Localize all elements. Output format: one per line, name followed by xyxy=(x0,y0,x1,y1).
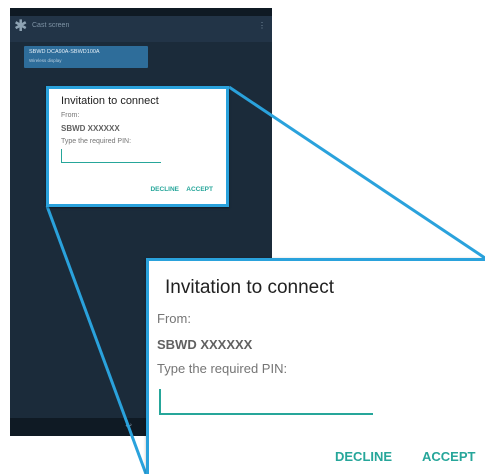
invitation-dialog-zoomed: Invitation to connect From: SBWD XXXXXX … xyxy=(146,258,485,474)
dialog-title: Invitation to connect xyxy=(61,95,159,107)
from-label: From: xyxy=(157,311,191,326)
device-subtitle: Wireless display xyxy=(29,58,62,63)
from-label: From: xyxy=(61,112,80,119)
accept-button[interactable]: ACCEPT xyxy=(422,449,475,464)
back-icon[interactable]: ↩ xyxy=(125,421,132,430)
decline-button[interactable]: DECLINE xyxy=(335,449,392,464)
decline-button[interactable]: DECLINE xyxy=(150,186,179,193)
pin-input[interactable] xyxy=(159,389,373,415)
gear-icon[interactable]: ✱ xyxy=(14,19,27,35)
overflow-menu-icon[interactable]: ⋮ xyxy=(258,21,266,30)
pin-input[interactable] xyxy=(61,149,161,163)
pin-prompt: Type the required PIN: xyxy=(61,138,132,145)
accept-button[interactable]: ACCEPT xyxy=(186,186,213,193)
device-name: SBWD DCA90A-SBWD100A xyxy=(29,49,100,55)
pin-prompt: Type the required PIN: xyxy=(157,361,288,376)
status-bar xyxy=(10,8,272,16)
wireless-display-item[interactable]: SBWD DCA90A-SBWD100A Wireless display xyxy=(24,46,148,68)
invitation-dialog-small: Invitation to connect From: SBWD XXXXXX … xyxy=(46,86,229,207)
app-title: Cast screen xyxy=(32,22,70,29)
sender-device-name: SBWD XXXXXX xyxy=(157,337,253,352)
sender-device-name: SBWD XXXXXX xyxy=(61,124,120,133)
dialog-title: Invitation to connect xyxy=(165,277,334,298)
action-bar xyxy=(10,16,272,42)
